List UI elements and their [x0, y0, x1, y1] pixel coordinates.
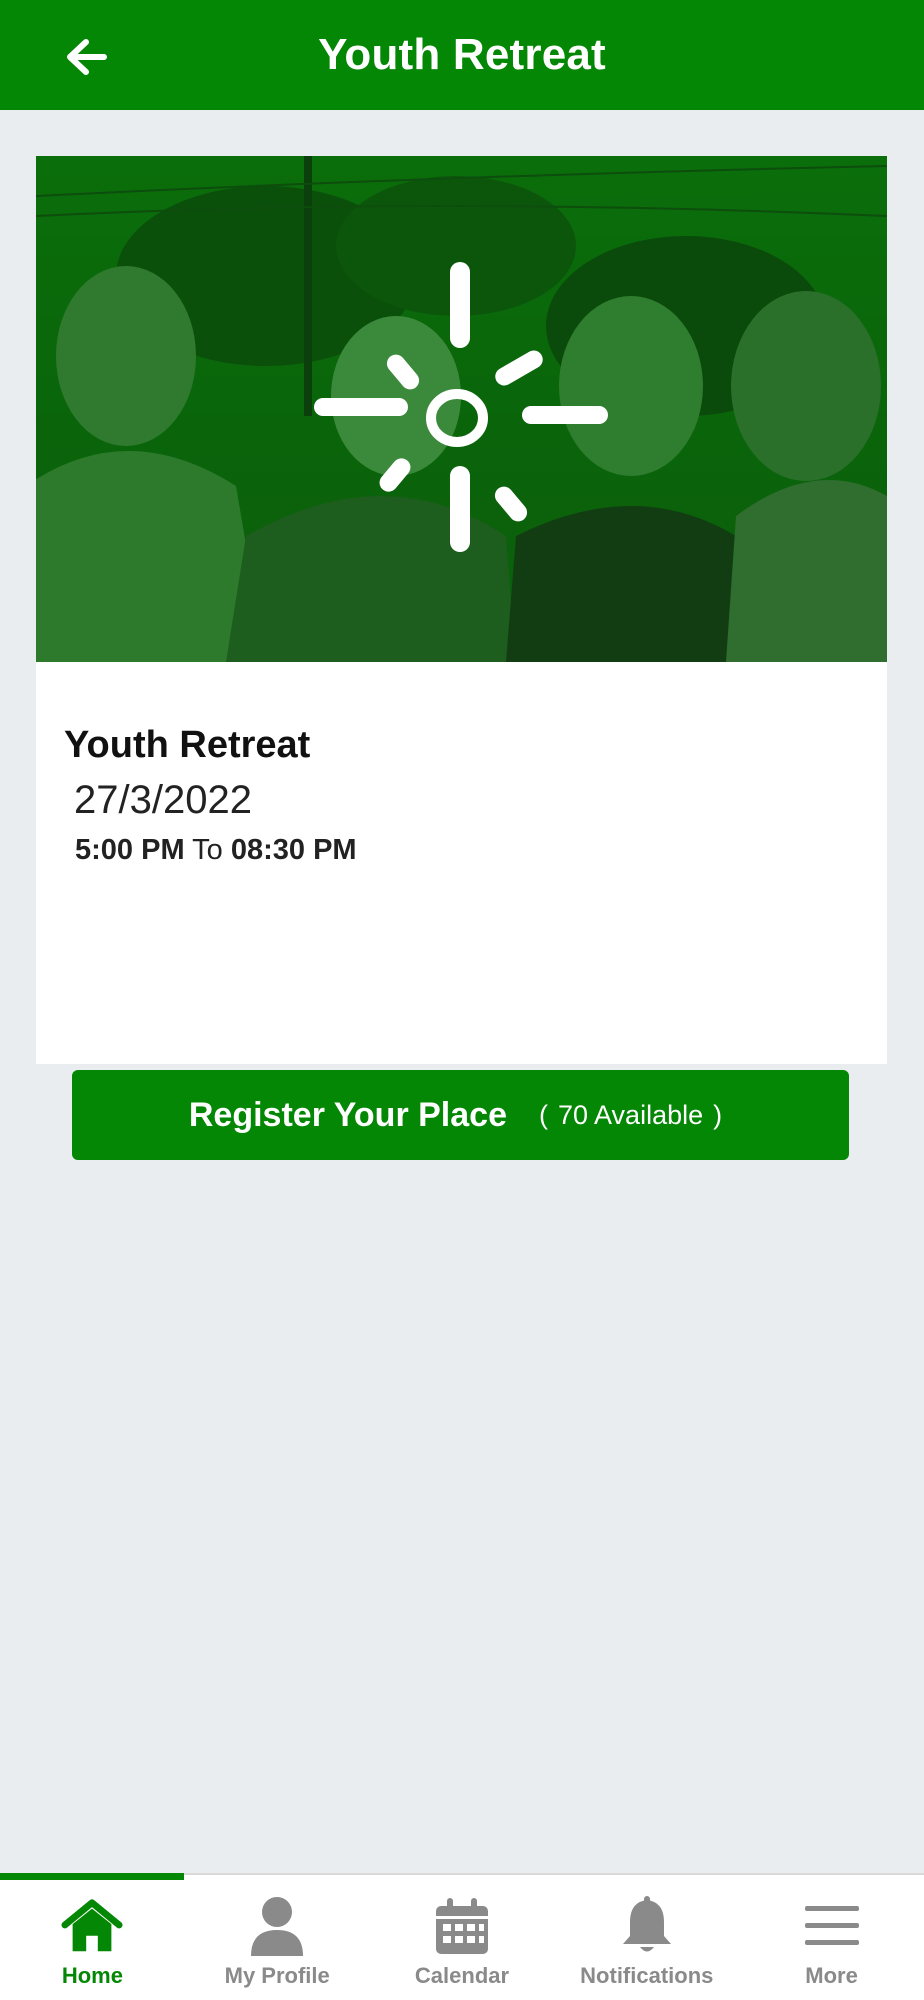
page-title: Youth Retreat — [318, 30, 606, 79]
nav-item-my-profile[interactable]: My Profile — [185, 1875, 370, 2000]
event-end-time: 08:30 PM — [230, 834, 357, 866]
event-photo — [36, 156, 887, 662]
event-title: Youth Retreat — [64, 724, 311, 766]
bottom-nav: Home My Profile Calendar Notifications M… — [0, 1873, 924, 2000]
register-button[interactable]: Register Your Place (70 Available) — [72, 1070, 849, 1160]
nav-label-calendar: Calendar — [414, 1963, 510, 1988]
back-button[interactable] — [62, 33, 110, 81]
app-header: Youth Retreat — [0, 0, 924, 110]
available-count: 70 Available — [557, 1099, 704, 1130]
calendar-icon — [431, 1895, 493, 1957]
time-separator: To — [192, 834, 223, 866]
register-label: Register Your Place — [188, 1095, 507, 1134]
home-icon — [61, 1895, 123, 1957]
menu-icon — [801, 1895, 863, 1957]
event-date: 27/3/2022 — [74, 778, 252, 822]
person-icon — [246, 1895, 308, 1957]
nav-label-home: Home — [61, 1963, 123, 1988]
nav-item-notifications[interactable]: Notifications — [554, 1875, 739, 2000]
event-image — [36, 156, 887, 662]
bell-icon — [616, 1895, 678, 1957]
availability-badge: (70 Available) — [538, 1099, 723, 1130]
event-start-time: 5:00 PM — [75, 834, 185, 866]
nav-label-my-profile: My Profile — [224, 1963, 330, 1988]
active-tab-indicator — [0, 1873, 184, 1880]
event-time: 5:00 PM To 08:30 PM — [75, 834, 357, 867]
nav-item-calendar[interactable]: Calendar — [370, 1875, 555, 2000]
nav-item-more[interactable]: More — [739, 1875, 924, 2000]
arrow-left-icon — [67, 39, 107, 75]
nav-item-home[interactable]: Home — [0, 1875, 185, 2000]
nav-label-more: More — [805, 1963, 858, 1988]
nav-label-notifications: Notifications — [580, 1963, 714, 1988]
event-card: Youth Retreat 27/3/2022 5:00 PM To 08:30… — [36, 156, 887, 1160]
